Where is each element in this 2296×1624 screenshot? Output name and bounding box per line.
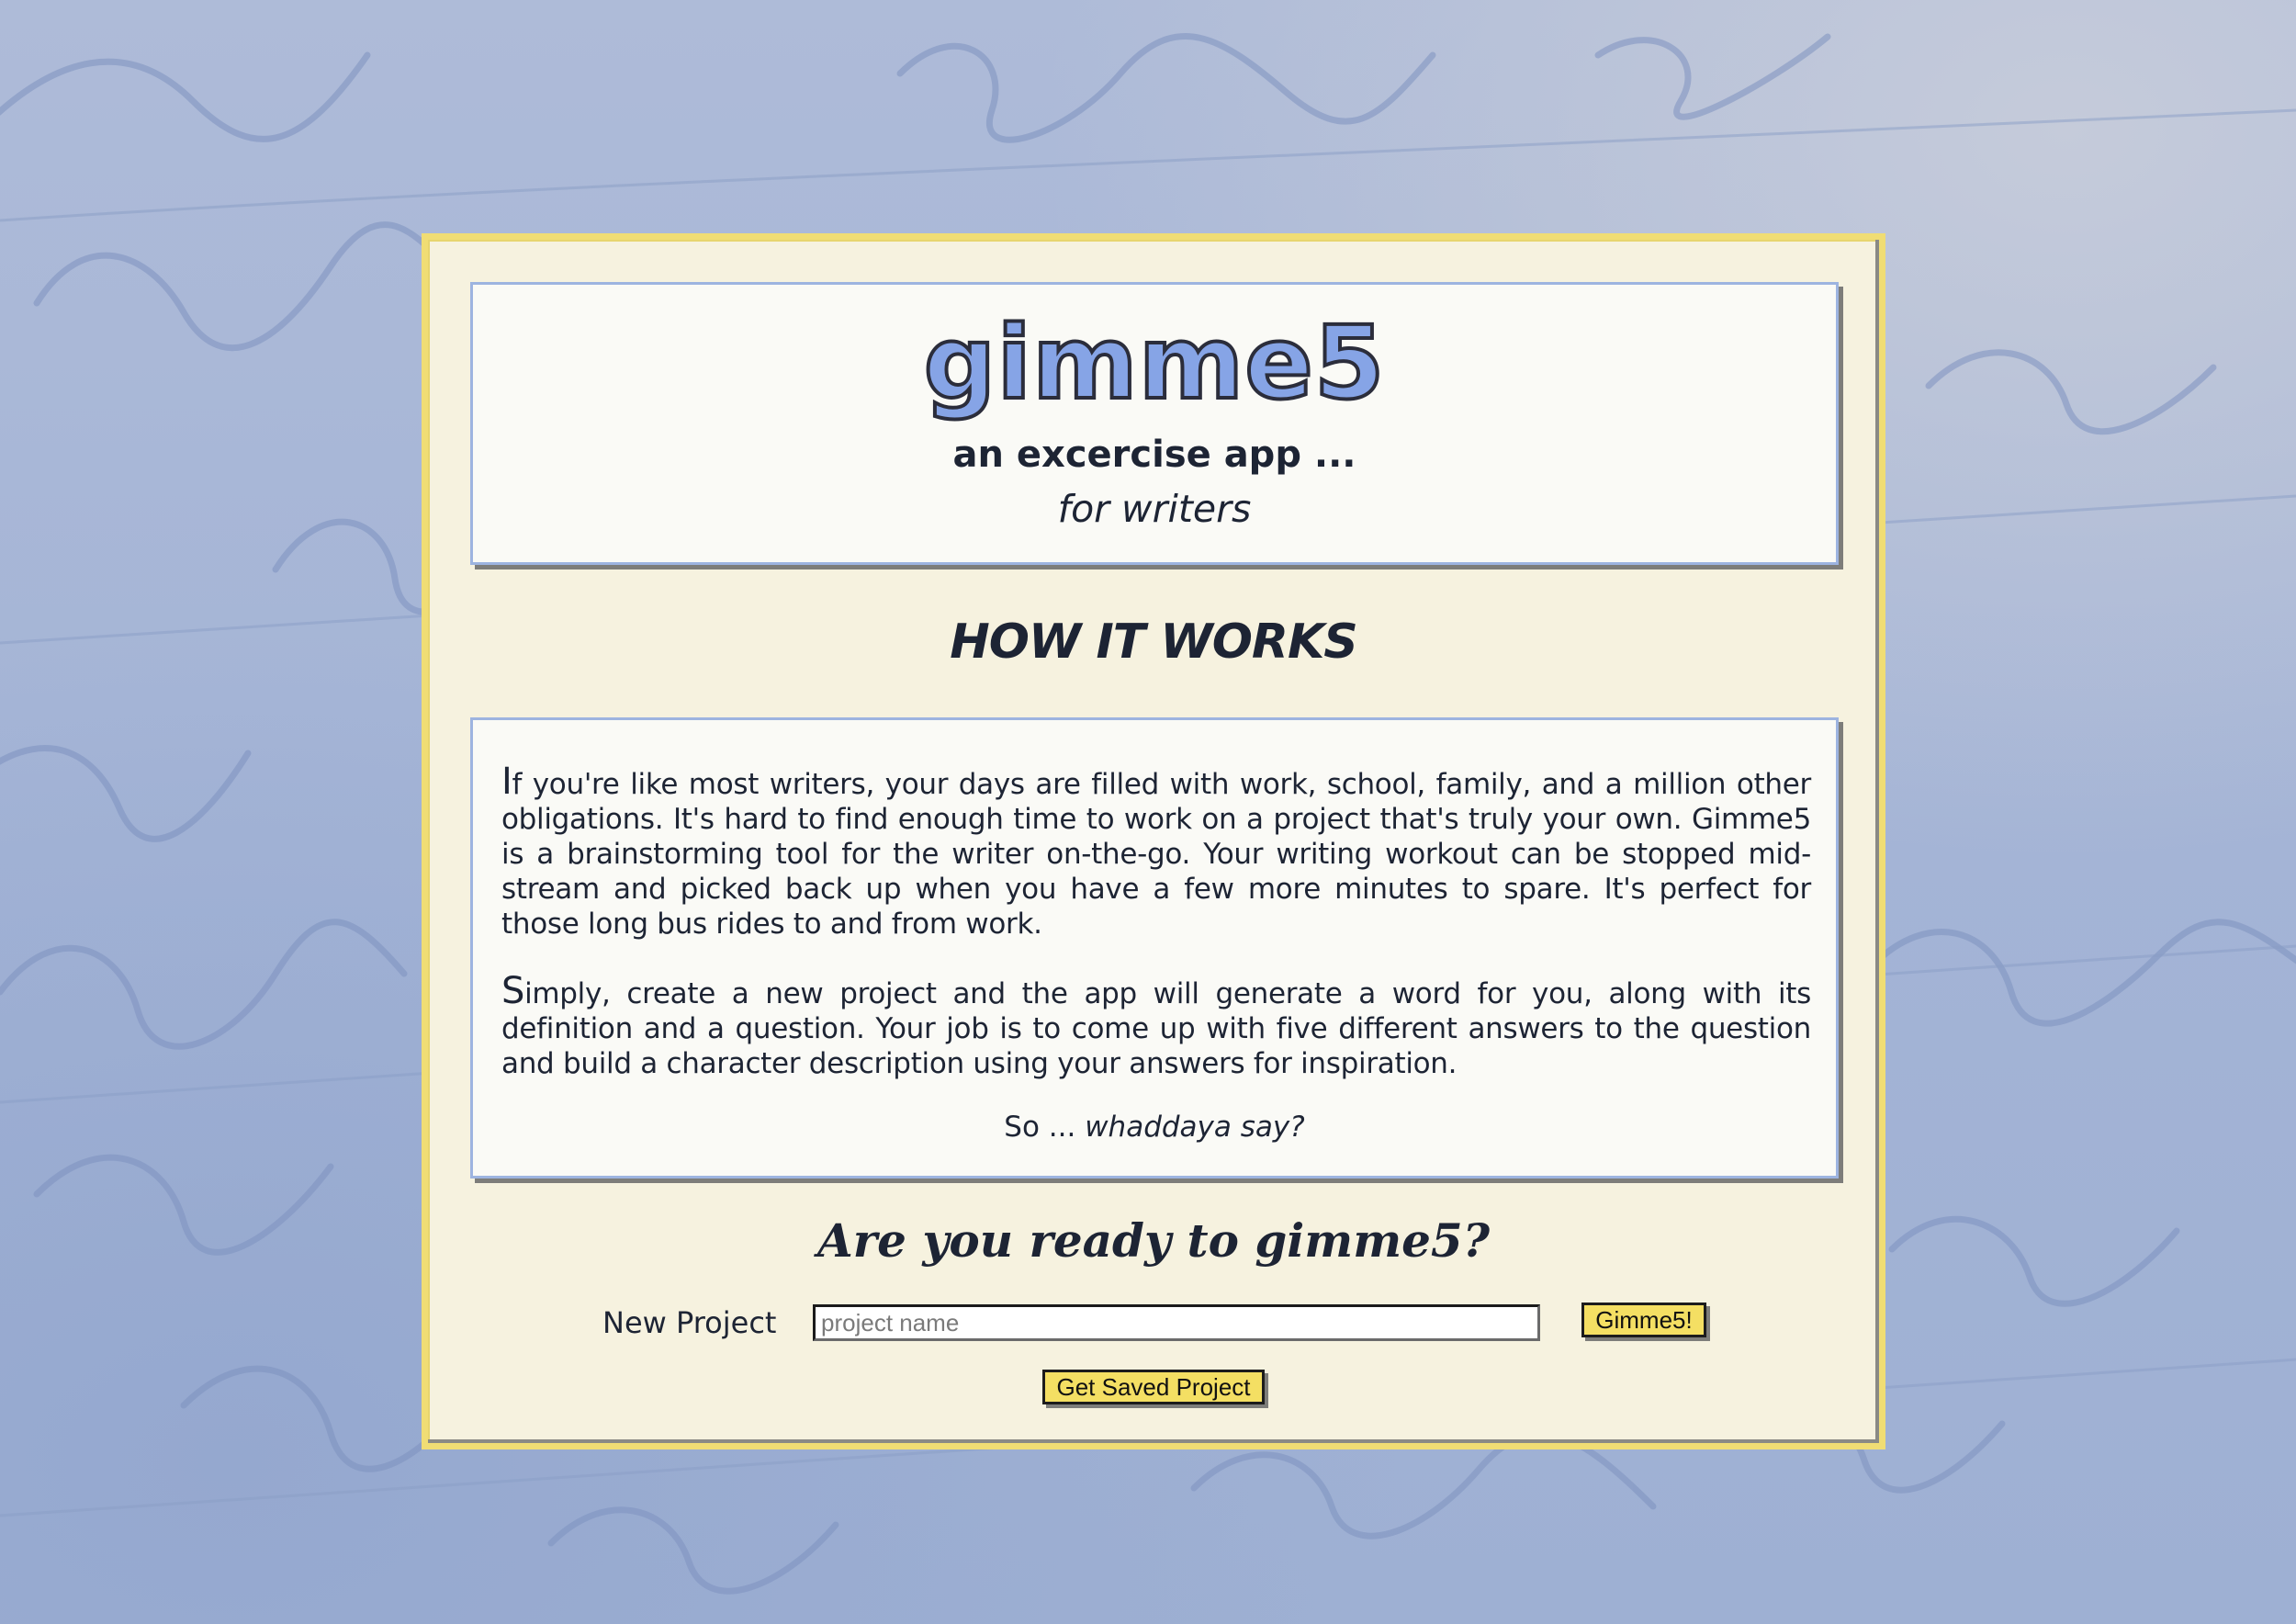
app-title: gimme5 (922, 304, 1387, 422)
gimme5-button[interactable]: Gimme5! (1581, 1303, 1706, 1337)
app-tagline: for writers (1057, 487, 1252, 531)
how-it-works-heading: HOW IT WORKS (950, 615, 1357, 670)
description-paragraph-2: Simply, create a new project and the app… (501, 970, 1811, 1080)
description-paragraph-1: If you're like most writers, your days a… (501, 761, 1811, 941)
description-panel: If you're like most writers, your days a… (470, 717, 1839, 1179)
new-project-label: New Project (602, 1305, 777, 1340)
project-name-input[interactable] (813, 1304, 1540, 1341)
get-saved-project-button[interactable]: Get Saved Project (1042, 1370, 1265, 1404)
header-panel: gimme5 an excercise app ... for writers (470, 282, 1839, 565)
app-subtitle: an excercise app ... (952, 434, 1356, 476)
ready-heading: Are you ready to gimme5? (816, 1213, 1490, 1268)
closing-line: So ... whaddaya say? (473, 1111, 1836, 1144)
main-card: gimme5 an excercise app ... for writers … (422, 233, 1885, 1449)
closing-emphasis: whaddaya say? (1085, 1111, 1305, 1144)
closing-prefix: So ... (1004, 1111, 1086, 1144)
